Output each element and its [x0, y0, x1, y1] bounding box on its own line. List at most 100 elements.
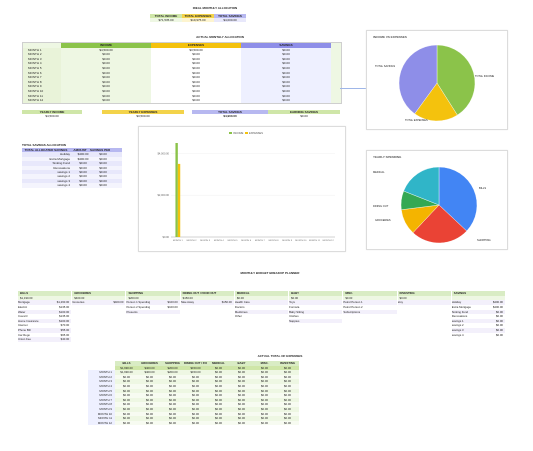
income-vs-expenses-card: INCOME VS EXPENSES TOTAL SAVINGS TOTAL I… — [366, 30, 508, 130]
legend-label: EXPENSES — [249, 131, 263, 135]
ideal-value-savings: $4,000.00 — [214, 18, 246, 22]
ate-cell: $0.00 — [138, 420, 161, 426]
ate-title: ACTUAL TOTAL OF EXPENSES — [257, 354, 303, 358]
planner-line: Groceries $400.00 — [72, 300, 126, 305]
budget-planner: BILLS $1,190.00 Mortgage $1,260.00 Electric $… — [18, 291, 506, 351]
income-expenses-bar-chart: INCOME EXPENSES$4,000.00$2,000.00$0.00MON… — [157, 131, 335, 242]
planner-line: Nappies — [289, 318, 343, 324]
expenses-cell: $0.00 — [151, 98, 241, 103]
ate-month-row: MONTH 12 $0.00 $0.00 $0.00 $0.00 $0.00 $0.00 $0… — [88, 420, 378, 426]
planner-line-label: Etsy — [397, 300, 403, 305]
savings-alloc-table: TOTAL ALLOCATED SAVINGS AMOUNT SAVINGS P… — [22, 148, 122, 188]
legend-label: INCOME — [233, 131, 244, 135]
ate-cell: $0.00 — [253, 420, 276, 426]
savings-alloc-row: savings 4 $0.00 $0.00 — [22, 183, 122, 188]
yearly-totals: YEARLY INCOME $4,500.00 YEARLY EXPENSES … — [22, 110, 340, 118]
planner-line-label: Nappies — [289, 318, 300, 323]
planner-line-label: savings 4 — [451, 332, 464, 337]
savings-cell: $0.00 — [241, 98, 331, 103]
planner-column: MISC. $0.00 Petrol Person 1 Petrol Person 2… — [343, 291, 397, 315]
pie2-label-dining: DINING OUT — [373, 205, 389, 208]
ideal-title: IDEAL MONTHLY ALLOCATION — [192, 6, 238, 10]
planner-line-value: $150.00 — [221, 300, 232, 305]
x-tick-label: MONTH 10 — [295, 240, 307, 242]
planner-line-value — [436, 300, 451, 305]
income-cell: $0.00 — [61, 98, 151, 103]
actual-row: MONTH 12 $0.00 $0.00 $0.00 — [23, 98, 341, 103]
ate-cell: $0.00 — [184, 420, 207, 426]
ate-cell: $0.00 — [276, 420, 299, 426]
yearly-spending-pie — [400, 166, 478, 244]
total-savings-value: $4,900.00 — [223, 114, 237, 118]
planner-line-value — [273, 314, 288, 319]
income-vs-expenses-pie — [398, 44, 476, 122]
planner-column: BABY $0.00 Toys Formula Baby Sitting Clothes N… — [289, 291, 343, 324]
ideal-allocation: TOTAL INCOME TOTAL EXPENSES TOTAL SAVING… — [150, 14, 280, 22]
planner-line: Take Away $150.00 — [180, 300, 234, 305]
planner-line-value — [165, 310, 180, 315]
ideal-value-income: $71,535.00 — [150, 18, 182, 22]
bar-income — [175, 143, 178, 237]
legend-swatch — [245, 132, 248, 134]
x-tick-label: MONTH 1 — [173, 240, 184, 242]
planner-column: MEDICAL $0.00 Health Care Doctors Medicines O… — [234, 291, 289, 319]
planner-line-value: $0.00 — [495, 332, 503, 337]
ate-cell: $0.00 — [207, 420, 230, 426]
x-tick-label: MONTH 2 — [187, 240, 198, 242]
ate-month-label: MONTH 12 — [88, 420, 115, 426]
planner-line-label: Subscriptions — [343, 309, 361, 314]
ate-cell: $0.00 — [115, 420, 138, 426]
planner-line: savings 4 $0.00 — [451, 332, 505, 338]
x-tick-label: MONTH 9 — [282, 240, 293, 242]
pie2-label-medical: MEDICAL — [373, 171, 385, 174]
planner-column: SAVINGS Holiday $400.00 Extra Mortgage $400.… — [451, 291, 505, 338]
planner-line-value: $400.00 — [113, 300, 124, 305]
actual-table: INCOME EXPENSES SAVINGS MONTH 1 $4,500.00… — [22, 42, 342, 104]
ideal-value-expenses: $19,975.00 — [182, 18, 214, 22]
actual-title: ACTUAL MONTHLY ALLOCATION — [196, 35, 244, 39]
x-tick-label: MONTH 12 — [323, 240, 335, 242]
month-label: MONTH 12 — [23, 98, 61, 103]
planner-line: Other — [234, 314, 289, 319]
yearly-spending-card: YEARLY SPENDING MEDICAL BILLS DINING OUT… — [366, 150, 508, 250]
x-tick-label: MONTH 3 — [200, 240, 211, 242]
pie2-label-bills: BILLS — [479, 187, 487, 190]
planner-title: MONTHLY BUDGET BREAKUP PLANNER — [240, 271, 300, 275]
planner-line-label: Other — [234, 314, 242, 319]
pie2-label-shopping: SHOPPING — [477, 239, 491, 242]
x-tick-label: MONTH 6 — [241, 240, 252, 242]
x-tick-label: MONTH 11 — [309, 240, 321, 242]
x-tick-label: MONTH 4 — [214, 240, 225, 242]
x-tick-label: MONTH 5 — [228, 240, 239, 242]
pie1-label-savings: TOTAL SAVINGS — [375, 65, 396, 68]
planner-column: INVESTING $0.00 Etsy — [397, 291, 451, 305]
planner-line-value — [327, 319, 342, 324]
planner-line: Union Fee $40.00 — [18, 337, 72, 342]
planner-column: GROCERIES $400.00 Groceries $400.00 — [72, 291, 126, 305]
pie2-label-groceries: GROCERIES — [375, 219, 391, 222]
planner-line-value — [382, 310, 397, 315]
planner-column: DINING OUT / FOOD OUT $150.00 Take Away $15… — [180, 291, 234, 305]
planner-line: Presents — [126, 309, 180, 315]
planner-line-label: Presents — [126, 309, 138, 314]
planner-column: BILLS $1,190.00 Mortgage $1,260.00 Electric $… — [18, 291, 72, 342]
pie1-label-income: TOTAL INCOME — [475, 75, 495, 78]
connector-line — [340, 88, 368, 89]
planner-line-value: $40.00 — [60, 337, 70, 342]
ate-cell: $0.00 — [230, 420, 253, 426]
yearly-income-value: $4,500.00 — [45, 114, 59, 118]
sa-percent: $0.00 — [99, 183, 107, 188]
y-tick-label: $2,000.00 — [157, 193, 169, 197]
earning-savings-value: $0.00 — [300, 114, 308, 118]
planner-line: Subscriptions — [343, 309, 397, 315]
sa-name: savings 4 — [57, 183, 70, 188]
planner-line-label: Take Away — [180, 300, 194, 305]
actual-total-expenses-table: BILLSGROCERIESSHOPPINGDINING OUT / FOOD … — [88, 361, 378, 426]
ate-cell: $0.00 — [161, 420, 184, 426]
y-tick-label: $0.00 — [163, 235, 170, 239]
planner-line: Etsy — [397, 300, 451, 305]
yearly-expenses-value: $3,500.00 — [136, 114, 150, 118]
planner-line-label: Groceries — [72, 300, 85, 305]
pie1-label-expenses: TOTAL EXPENSES — [405, 119, 428, 122]
sa-amount: $0.00 — [79, 183, 87, 188]
